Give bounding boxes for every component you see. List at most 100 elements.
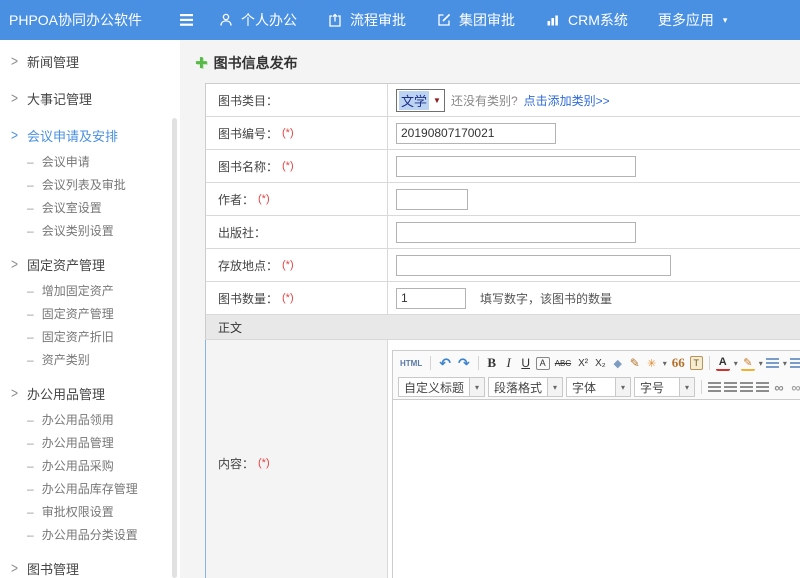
caret-down-icon[interactable]: ▾: [759, 359, 763, 368]
sidebar-item-supplies-manage[interactable]: –办公用品管理: [0, 431, 180, 454]
editor-toolbar-row1: HTML ↶ ↷ B I U A ABC X² X₂ ◆ ✎: [393, 351, 800, 375]
ordered-list-icon[interactable]: [766, 358, 779, 368]
redo-button[interactable]: ↷: [456, 354, 472, 372]
book-no-label: 图书编号：(*): [206, 117, 388, 149]
caret-down-icon[interactable]: ▾: [734, 359, 738, 368]
hamburger-icon: [178, 13, 196, 27]
required-mark: (*): [282, 160, 294, 172]
eraser-button[interactable]: ◆: [611, 354, 625, 372]
subscript-button[interactable]: X₂: [593, 354, 608, 372]
form-row-location: 存放地点：(*): [205, 249, 800, 282]
font-color-button[interactable]: A: [716, 356, 730, 371]
blockquote-button[interactable]: 66: [670, 354, 687, 372]
sidebar-group-memorabilia[interactable]: >大事记管理: [0, 83, 180, 113]
sidebar-item-meeting-apply[interactable]: –会议申请: [0, 150, 180, 173]
sidebar-item-supplies-purchase[interactable]: –办公用品采购: [0, 454, 180, 477]
category-label: 图书类目：: [206, 84, 388, 116]
dash-icon: –: [27, 413, 34, 427]
plus-icon: ✚: [195, 54, 208, 72]
category-select[interactable]: 文学 ▼: [396, 89, 445, 112]
sidebar-item-supplies-category[interactable]: –办公用品分类设置: [0, 523, 180, 546]
align-center-icon[interactable]: [724, 382, 737, 392]
required-mark: (*): [282, 292, 294, 304]
author-input[interactable]: [396, 189, 468, 210]
custom-title-select[interactable]: 自定义标题▾: [398, 377, 485, 397]
sidebar-item-meeting-list[interactable]: –会议列表及审批: [0, 173, 180, 196]
sidebar-group-books[interactable]: >图书管理: [0, 553, 180, 578]
add-category-link[interactable]: 点击添加类别>>: [524, 92, 610, 109]
quantity-input[interactable]: [396, 288, 466, 309]
quantity-note: 填写数字，该图书的数量: [480, 290, 612, 307]
superscript-button[interactable]: X²: [576, 354, 590, 372]
sidebar-group-fixed-assets[interactable]: >固定资产管理: [0, 249, 180, 279]
font-border-button[interactable]: A: [536, 357, 550, 370]
body-section-header: 正文: [205, 315, 800, 340]
location-input[interactable]: [396, 255, 671, 276]
book-no-input[interactable]: [396, 123, 556, 144]
hamburger-menu-button[interactable]: [178, 13, 196, 27]
sidebar-item-meeting-room[interactable]: –会议室设置: [0, 196, 180, 219]
nav-label: CRM系统: [568, 10, 628, 30]
undo-button[interactable]: ↶: [437, 354, 453, 372]
justify-icon[interactable]: [756, 382, 769, 392]
font-family-select[interactable]: 字体▾: [566, 377, 631, 397]
sidebar-item-add-asset[interactable]: –增加固定资产: [0, 279, 180, 302]
toolbar-separator: [430, 356, 431, 370]
strikethrough-button[interactable]: ABC: [553, 354, 573, 372]
nav-group-approval[interactable]: 集团审批: [436, 10, 515, 30]
nav-process-approval[interactable]: 流程审批: [327, 10, 406, 30]
sidebar-item-meeting-category[interactable]: –会议类别设置: [0, 219, 180, 242]
format-brush-button[interactable]: ✎: [628, 354, 642, 372]
underline-button[interactable]: U: [519, 354, 533, 372]
chevron-right-icon: >: [11, 127, 18, 144]
required-mark: (*): [282, 127, 294, 139]
chevron-right-icon: >: [11, 256, 18, 273]
caret-down-icon: ▾: [679, 378, 694, 396]
nav-more-apps[interactable]: 更多应用 ▾: [658, 10, 728, 30]
sidebar-item-asset-manage[interactable]: –固定资产管理: [0, 302, 180, 325]
dash-icon: –: [27, 155, 34, 169]
bold-button[interactable]: B: [485, 354, 499, 372]
sidebar-group-office-supplies[interactable]: >办公用品管理: [0, 378, 180, 408]
edit-square-icon: [436, 12, 452, 28]
caret-down-icon: ▾: [547, 378, 562, 396]
sidebar-item-approval-permission[interactable]: –审批权限设置: [0, 500, 180, 523]
nav-crm-system[interactable]: CRM系统: [545, 10, 628, 30]
auto-typeset-button[interactable]: ✳: [645, 354, 659, 372]
font-size-select[interactable]: 字号▾: [634, 377, 695, 397]
paste-plain-button[interactable]: T: [690, 356, 703, 370]
form-row-content: 内容：(*) HTML ↶ ↷ B I U A ABC X²: [205, 340, 800, 578]
insert-link-button[interactable]: ∞: [772, 378, 786, 396]
publisher-input[interactable]: [396, 222, 636, 243]
dash-icon: –: [27, 284, 34, 298]
align-left-icon[interactable]: [708, 382, 721, 392]
dash-icon: –: [27, 224, 34, 238]
caret-down-icon[interactable]: ▾: [663, 359, 667, 368]
nav-personal-office[interactable]: 个人办公: [218, 10, 297, 30]
unordered-list-icon[interactable]: [790, 358, 800, 368]
sidebar-item-asset-category[interactable]: –资产类别: [0, 348, 180, 371]
book-name-input[interactable]: [396, 156, 636, 177]
page-title: ✚ 图书信息发布: [195, 53, 800, 73]
required-mark: (*): [258, 457, 270, 469]
html-source-button[interactable]: HTML: [398, 354, 424, 372]
sidebar-item-asset-depreciation[interactable]: –固定资产折旧: [0, 325, 180, 348]
sidebar-group-meeting[interactable]: >会议申请及安排: [0, 120, 180, 150]
align-right-icon[interactable]: [740, 382, 753, 392]
italic-button[interactable]: I: [502, 354, 516, 372]
required-mark: (*): [282, 259, 294, 271]
sidebar-menu: >新闻管理 >大事记管理 >会议申请及安排 –会议申请 –会议列表及审批 –会议…: [0, 40, 180, 578]
editor-toolbar-row2: 自定义标题▾ 段落格式▾ 字体▾ 字号▾ ∞ ∞: [393, 375, 800, 399]
sidebar-scrollbar[interactable]: [172, 118, 177, 578]
sidebar-item-supplies-inventory[interactable]: –办公用品库存管理: [0, 477, 180, 500]
sidebar-group-news[interactable]: >新闻管理: [0, 46, 180, 76]
caret-down-icon[interactable]: ▾: [783, 359, 787, 368]
caret-down-icon: ▾: [469, 378, 484, 396]
book-name-label: 图书名称：(*): [206, 150, 388, 182]
editor-content-area[interactable]: [393, 399, 800, 578]
paragraph-format-select[interactable]: 段落格式▾: [488, 377, 563, 397]
sidebar-item-supplies-claim[interactable]: –办公用品领用: [0, 408, 180, 431]
remove-link-button[interactable]: ∞: [789, 378, 800, 396]
app-logo: PHPOA协同办公软件: [0, 10, 172, 30]
highlight-color-button[interactable]: ✎: [741, 356, 755, 371]
